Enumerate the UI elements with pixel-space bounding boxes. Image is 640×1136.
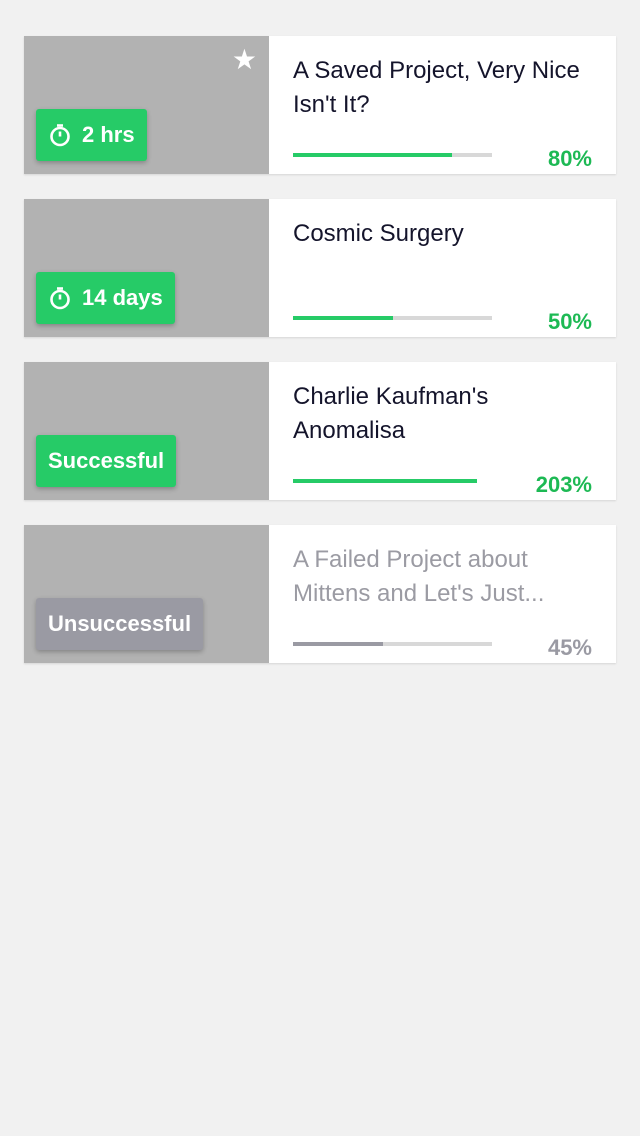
percent-label: 203% — [535, 472, 592, 497]
status-badge: Successful — [36, 435, 177, 487]
badge-label: Successful — [48, 448, 165, 473]
project-card[interactable]: 14 days Cosmic Surgery 50% — [24, 199, 616, 337]
project-title: Charlie Kaufman's Anomalisa — [293, 383, 489, 444]
project-image: Successful — [24, 362, 269, 500]
badge-label: 14 days — [82, 285, 163, 310]
progress: 50% — [293, 301, 592, 335]
badge-label: 2 hrs — [82, 122, 135, 147]
percent-label: 80% — [547, 146, 592, 171]
percent-label: 45% — [547, 635, 592, 660]
star-icon[interactable]: ★ — [232, 46, 257, 74]
status-badge: Unsuccessful — [36, 598, 204, 650]
project-title: A Saved Project, Very Nice Isn't It? — [293, 57, 580, 118]
progress-bar — [293, 642, 492, 646]
progress-bar — [293, 316, 492, 320]
project-card[interactable]: ★ 2 hrs A Saved Project, Very Nice Isn't… — [24, 36, 616, 174]
progress: 45% — [293, 627, 592, 661]
progress-bar — [293, 153, 492, 157]
status-badge: 2 hrs — [36, 109, 147, 161]
project-image: Unsuccessful — [24, 525, 269, 663]
project-card[interactable]: Unsuccessful A Failed Project about Mitt… — [24, 525, 616, 663]
progress-fill — [293, 316, 393, 320]
project-card[interactable]: Successful Charlie Kaufman's Anomalisa 2… — [24, 362, 616, 500]
project-title: A Failed Project about Mittens and Let's… — [293, 546, 545, 607]
project-image: ★ 2 hrs — [24, 36, 269, 174]
stopwatch-icon — [48, 123, 72, 147]
progress-fill — [293, 479, 477, 483]
badge-label: Unsuccessful — [48, 611, 192, 636]
progress: 80% — [293, 138, 592, 172]
progress-bar — [293, 479, 477, 483]
stopwatch-icon — [48, 286, 72, 310]
progress-fill — [293, 642, 383, 646]
project-image: 14 days — [24, 199, 269, 337]
project-title: Cosmic Surgery — [293, 220, 464, 247]
progress: 203% — [293, 464, 592, 498]
percent-label: 50% — [547, 309, 592, 334]
status-badge: 14 days — [36, 272, 175, 324]
progress-fill — [293, 153, 453, 157]
